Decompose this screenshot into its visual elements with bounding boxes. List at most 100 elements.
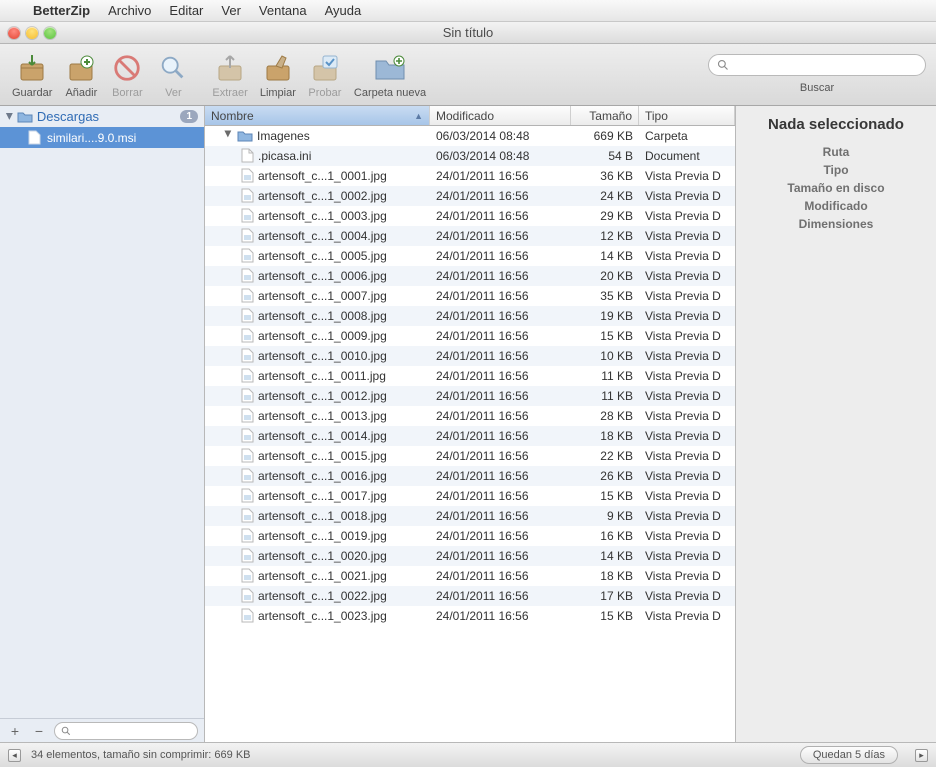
table-row[interactable]: artensoft_c...1_0003.jpg24/01/2011 16:56… xyxy=(205,206,735,226)
trial-button[interactable]: Quedan 5 días xyxy=(800,746,898,764)
file-name: artensoft_c...1_0002.jpg xyxy=(258,189,387,203)
table-row[interactable]: artensoft_c...1_0004.jpg24/01/2011 16:56… xyxy=(205,226,735,246)
search-label: Buscar xyxy=(708,82,926,94)
folder-plus-icon xyxy=(373,51,407,85)
column-type[interactable]: Tipo xyxy=(639,106,735,125)
search-icon xyxy=(717,59,729,71)
file-size: 15 KB xyxy=(571,609,639,623)
folder-icon xyxy=(17,110,33,123)
table-row[interactable]: artensoft_c...1_0006.jpg 24/01/2011 16:56… xyxy=(205,266,735,286)
file-size: 12 KB xyxy=(571,229,639,243)
status-left-button[interactable]: ◂ xyxy=(8,749,21,762)
view-button[interactable]: Ver xyxy=(150,51,196,99)
table-row[interactable]: artensoft_c...1_0017.jpg24/01/2011 16:56… xyxy=(205,486,735,506)
table-row[interactable]: artensoft_c...1_0005.jpg24/01/2011 16:56… xyxy=(205,246,735,266)
disclosure-triangle-icon[interactable]: ▶ xyxy=(223,131,234,141)
column-name[interactable]: Nombre ▲ xyxy=(205,106,430,125)
column-modified[interactable]: Modificado xyxy=(430,106,571,125)
test-button[interactable]: Probar xyxy=(302,51,348,99)
file-size: 14 KB xyxy=(571,249,639,263)
table-row[interactable]: artensoft_c...1_0015.jpg24/01/2011 16:56… xyxy=(205,446,735,466)
file-name: artensoft_c...1_0001.jpg xyxy=(258,169,387,183)
box-plus-icon xyxy=(64,51,98,85)
file-name: artensoft_c...1_0020.jpg xyxy=(258,549,387,563)
file-type: Vista Previa D xyxy=(639,269,735,283)
table-row[interactable]: artensoft_c...1_0007.jpg24/01/2011 16:56… xyxy=(205,286,735,306)
file-size: 18 KB xyxy=(571,429,639,443)
file-modified: 24/01/2011 16:56 xyxy=(430,289,571,303)
status-text: 34 elementos, tamaño sin comprimir: 669 … xyxy=(31,749,251,761)
file-modified: 24/01/2011 16:56 xyxy=(430,369,571,383)
table-row[interactable]: artensoft_c...1_0018.jpg24/01/2011 16:56… xyxy=(205,506,735,526)
status-right-button[interactable]: ▸ xyxy=(915,749,928,762)
sidebar-filter-input[interactable] xyxy=(75,725,191,737)
file-modified: 24/01/2011 16:56 xyxy=(430,329,571,343)
new-folder-button[interactable]: Carpeta nueva xyxy=(348,51,432,99)
app-menu[interactable]: BetterZip xyxy=(24,3,99,18)
table-row[interactable]: artensoft_c...1_0009.jpg24/01/2011 16:56… xyxy=(205,326,735,346)
file-name: artensoft_c...1_0010.jpg xyxy=(258,349,387,363)
add-button[interactable]: Añadir xyxy=(58,51,104,99)
table-row[interactable]: artensoft_c...1_0019.jpg24/01/2011 16:56… xyxy=(205,526,735,546)
image-file-icon xyxy=(241,528,254,543)
file-size: 15 KB xyxy=(571,489,639,503)
file-size: 18 KB xyxy=(571,569,639,583)
file-rows[interactable]: ▶Imagenes06/03/2014 08:48669 KBCarpeta.p… xyxy=(205,126,735,742)
sidebar-item[interactable]: similari....9.0.msi xyxy=(0,127,204,148)
file-type: Vista Previa D xyxy=(639,589,735,603)
disclosure-triangle-icon[interactable]: ▶ xyxy=(4,113,15,120)
table-row[interactable]: artensoft_c...1_0002.jpg24/01/2011 16:56… xyxy=(205,186,735,206)
search-field[interactable] xyxy=(708,54,926,76)
image-file-icon xyxy=(241,468,254,483)
sidebar-badge: 1 xyxy=(180,110,198,123)
toolbar-label: Limpiar xyxy=(260,87,296,99)
sidebar-add-button[interactable]: + xyxy=(6,722,24,740)
delete-button[interactable]: Borrar xyxy=(104,51,150,99)
file-type: Vista Previa D xyxy=(639,489,735,503)
search-icon xyxy=(61,726,71,736)
sidebar-remove-button[interactable]: − xyxy=(30,722,48,740)
table-row[interactable]: artensoft_c...1_0008.jpg24/01/2011 16:56… xyxy=(205,306,735,326)
table-row[interactable]: artensoft_c...1_0016.jpg24/01/2011 16:56… xyxy=(205,466,735,486)
table-row[interactable]: artensoft_c...1_0010.jpg24/01/2011 16:56… xyxy=(205,346,735,366)
file-size: 10 KB xyxy=(571,349,639,363)
sidebar-filter[interactable] xyxy=(54,722,198,740)
extract-button[interactable]: Extraer xyxy=(206,51,253,99)
menu-ventana[interactable]: Ventana xyxy=(250,3,316,18)
save-button[interactable]: Guardar xyxy=(6,51,58,99)
file-modified: 24/01/2011 16:56 xyxy=(430,269,571,283)
image-file-icon xyxy=(241,428,254,443)
file-type: Vista Previa D xyxy=(639,369,735,383)
table-row[interactable]: artensoft_c...1_0021.jpg24/01/2011 16:56… xyxy=(205,566,735,586)
table-row[interactable]: artensoft_c...1_0023.jpg24/01/2011 16:56… xyxy=(205,606,735,626)
clean-button[interactable]: Limpiar xyxy=(254,51,302,99)
window-title: Sin título xyxy=(0,25,936,40)
table-row[interactable]: .picasa.ini06/03/2014 08:4854 BDocument xyxy=(205,146,735,166)
table-row[interactable]: artensoft_c...1_0020.jpg24/01/2011 16:56… xyxy=(205,546,735,566)
table-row[interactable]: artensoft_c...1_0012.jpg24/01/2011 16:56… xyxy=(205,386,735,406)
search-input[interactable] xyxy=(735,58,917,72)
file-type: Vista Previa D xyxy=(639,209,735,223)
column-size[interactable]: Tamaño xyxy=(571,106,639,125)
menu-ver[interactable]: Ver xyxy=(212,3,250,18)
file-name: artensoft_c...1_0006.jpg xyxy=(258,269,387,283)
table-row[interactable]: ▶Imagenes06/03/2014 08:48669 KBCarpeta xyxy=(205,126,735,146)
file-type: Vista Previa D xyxy=(639,449,735,463)
file-modified: 24/01/2011 16:56 xyxy=(430,409,571,423)
menu-editar[interactable]: Editar xyxy=(160,3,212,18)
menu-ayuda[interactable]: Ayuda xyxy=(316,3,371,18)
table-row[interactable]: artensoft_c...1_0013.jpg24/01/2011 16:56… xyxy=(205,406,735,426)
file-size: 36 KB xyxy=(571,169,639,183)
file-type: Vista Previa D xyxy=(639,509,735,523)
table-row[interactable]: artensoft_c...1_0001.jpg24/01/2011 16:56… xyxy=(205,166,735,186)
table-row[interactable]: artensoft_c...1_0014.jpg24/01/2011 16:56… xyxy=(205,426,735,446)
file-type: Carpeta xyxy=(639,129,735,143)
table-row[interactable]: artensoft_c...1_0011.jpg24/01/2011 16:56… xyxy=(205,366,735,386)
file-name: artensoft_c...1_0008.jpg xyxy=(258,309,387,323)
table-row[interactable]: artensoft_c...1_0022.jpg24/01/2011 16:56… xyxy=(205,586,735,606)
menu-archivo[interactable]: Archivo xyxy=(99,3,160,18)
image-file-icon xyxy=(241,288,254,303)
sidebar-root[interactable]: ▶ Descargas 1 xyxy=(0,106,204,127)
file-name: artensoft_c...1_0021.jpg xyxy=(258,569,387,583)
box-down-icon xyxy=(15,51,49,85)
